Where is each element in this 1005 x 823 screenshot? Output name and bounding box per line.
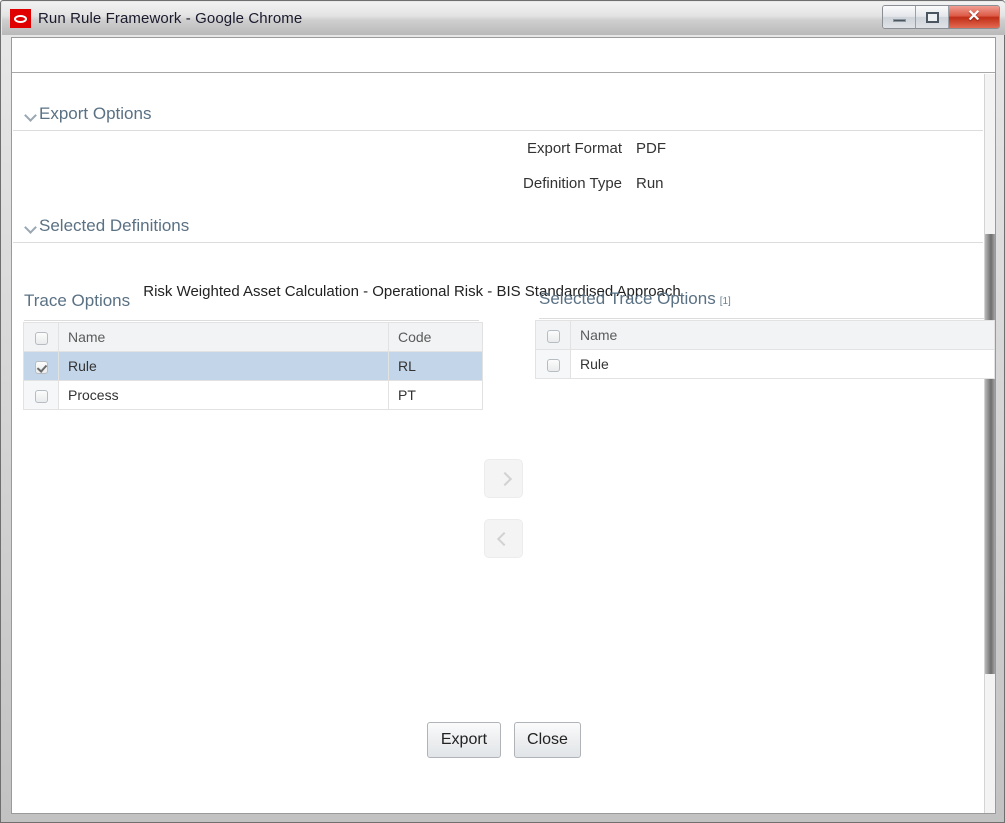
label-definition-type: Definition Type — [523, 175, 622, 192]
vertical-scrollbar[interactable] — [984, 74, 995, 813]
chevron-right-icon — [498, 473, 509, 484]
row-checkbox-cell[interactable] — [23, 380, 59, 410]
divider-trace-options — [24, 320, 479, 321]
close-icon: ✕ — [967, 8, 981, 25]
chevron-left-icon — [498, 533, 509, 544]
trace-options-table: Name Code Rule RL Process PT — [23, 322, 483, 410]
panel-title-selected-trace-options: Selected Trace Options [1] — [539, 289, 731, 308]
cell-code: RL — [388, 351, 483, 381]
field-definition-type: Definition Type Run — [12, 175, 772, 192]
row-checkbox[interactable] — [34, 360, 48, 374]
section-title-selected-definitions: Selected Definitions — [39, 216, 190, 235]
section-header-selected-definitions[interactable]: Selected Definitions — [24, 216, 189, 236]
title-bar: Run Rule Framework - Google Chrome ✕ — [2, 2, 1005, 35]
table-row[interactable]: Rule — [535, 349, 995, 379]
divider-export-options — [13, 130, 983, 131]
close-button[interactable]: ✕ — [949, 6, 999, 28]
minimize-button[interactable] — [883, 6, 916, 28]
select-all-header-cell[interactable] — [23, 322, 59, 352]
label-export-format: Export Format — [526, 140, 622, 157]
column-header-name[interactable]: Name — [58, 322, 389, 352]
export-button[interactable]: Export — [427, 722, 501, 758]
selected-trace-options-table: Name Rule — [535, 320, 995, 379]
column-header-name[interactable]: Name — [570, 320, 995, 350]
row-checkbox[interactable] — [34, 389, 48, 403]
panel-title-trace-options: Trace Options — [24, 291, 131, 310]
cell-name: Rule — [570, 349, 995, 379]
column-header-code[interactable]: Code — [388, 322, 483, 352]
selected-trace-options-count: [1] — [719, 296, 731, 307]
row-checkbox-cell[interactable] — [535, 349, 571, 379]
cell-name: Rule — [58, 351, 389, 381]
move-left-button[interactable] — [484, 519, 523, 558]
page-content: Export Options Export Format PDF Definit… — [11, 37, 996, 814]
maximize-icon — [925, 11, 939, 23]
table-header-row: Name — [535, 320, 995, 350]
row-checkbox-cell[interactable] — [23, 351, 59, 381]
move-right-button[interactable] — [484, 459, 523, 498]
maximize-button[interactable] — [916, 6, 949, 28]
select-all-checkbox[interactable] — [34, 331, 48, 345]
table-row[interactable]: Process PT — [23, 380, 483, 410]
minimize-icon — [892, 19, 906, 22]
scrollbar-thumb[interactable] — [985, 234, 995, 674]
close-dialog-button[interactable]: Close — [514, 722, 581, 758]
table-header-row: Name Code — [23, 322, 483, 352]
cell-name: Process — [58, 380, 389, 410]
table-row[interactable]: Rule RL — [23, 351, 483, 381]
divider-selected-definitions — [13, 242, 983, 243]
page-toolbar-strip — [12, 38, 995, 73]
value-export-format: PDF — [636, 140, 666, 157]
select-all-checkbox[interactable] — [546, 329, 560, 343]
value-definition-type: Run — [636, 175, 664, 192]
cell-code: PT — [388, 380, 483, 410]
oracle-logo-icon — [10, 9, 31, 28]
window-controls: ✕ — [882, 5, 1000, 29]
section-header-export-options[interactable]: Export Options — [24, 104, 151, 124]
section-title-export-options: Export Options — [39, 104, 152, 123]
divider-selected-trace-options — [539, 318, 984, 319]
chevron-down-icon — [24, 108, 37, 121]
select-all-header-cell[interactable] — [535, 320, 571, 350]
chevron-down-icon — [24, 220, 37, 233]
row-checkbox[interactable] — [546, 358, 560, 372]
window-title: Run Rule Framework - Google Chrome — [38, 10, 303, 27]
browser-window: Run Rule Framework - Google Chrome ✕ Exp… — [0, 0, 1005, 823]
field-export-format: Export Format PDF — [12, 140, 772, 157]
